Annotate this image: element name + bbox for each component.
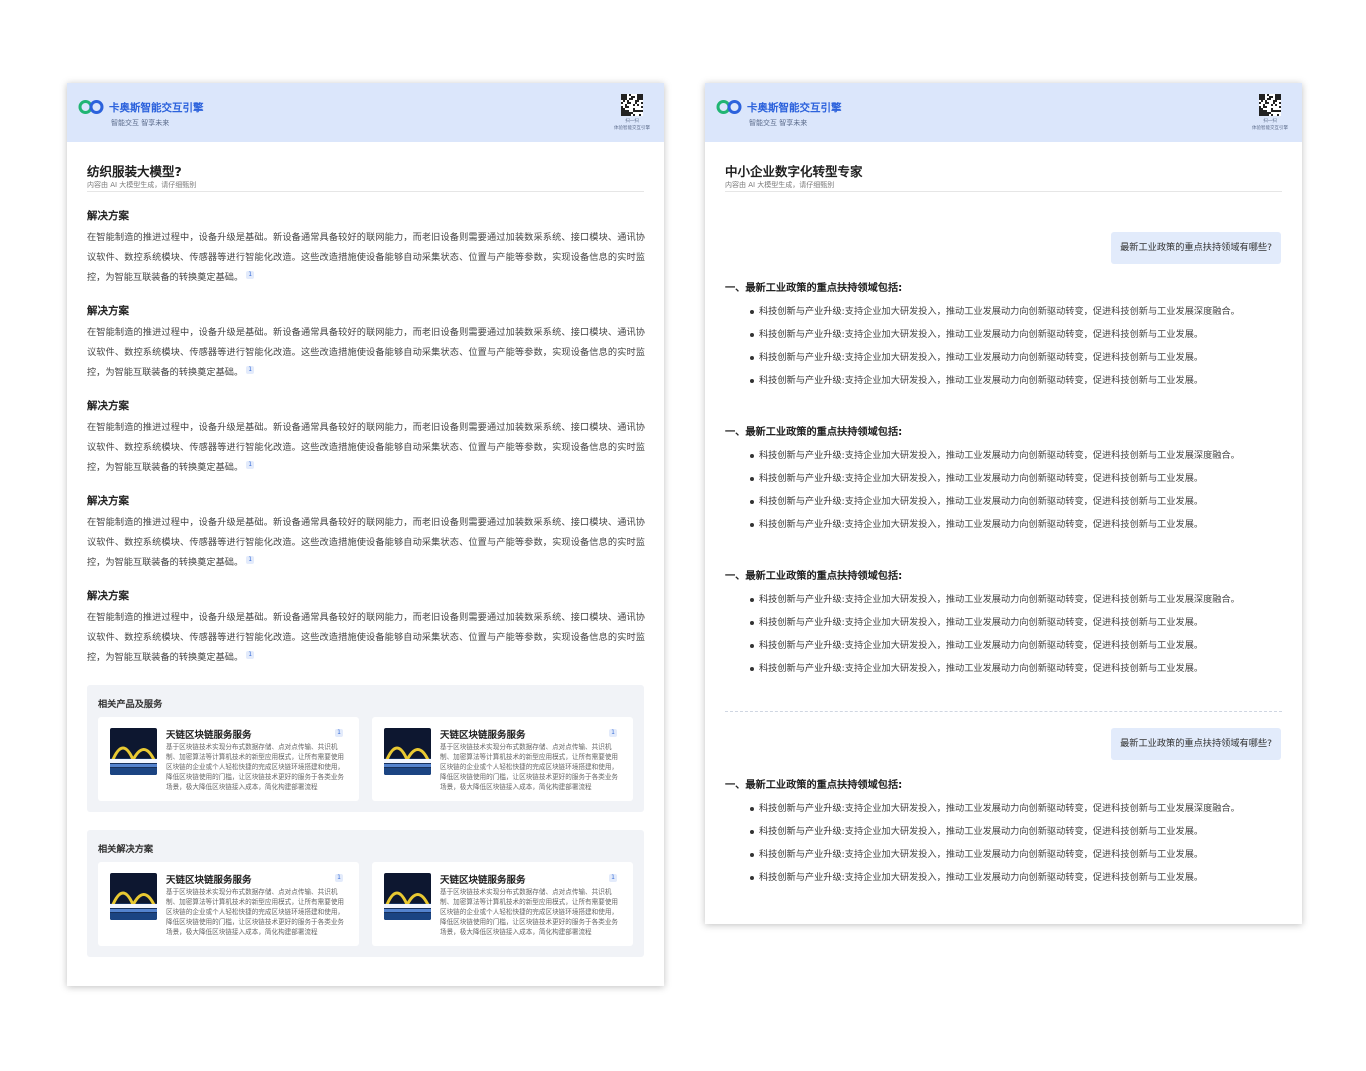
citation-badge[interactable]: 1 (246, 555, 255, 564)
section-heading: 解决方案 (87, 400, 129, 412)
list-item: 科技创新与产业升级:支持企业加大研发投入，推动工业发展动力向创新驱动转变，促进科… (750, 636, 1265, 656)
ai-disclaimer: 内容由 AI 大模型生成，请仔细甄别 (87, 181, 197, 189)
page-title: 纺织服装大模型? (87, 164, 182, 179)
ai-disclaimer: 内容由 AI 大模型生成，请仔细甄别 (725, 181, 835, 189)
qr-code-icon[interactable] (621, 94, 643, 116)
citation-badge[interactable]: 1 (246, 650, 255, 659)
related-solutions-heading: 相关解决方案 (98, 844, 154, 855)
solution-section: 解决方案 在智能制造的推进过程中，设备升级是基础。新设备通常具备较好的联网能力，… (87, 208, 645, 288)
list-item: 科技创新与产业升级:支持企业加大研发投入，推动工业发展动力向创新驱动转变，促进科… (750, 590, 1265, 610)
product-card[interactable]: 天链区块链服务服务 1 基于区块链技术实现分布式数据存储、点对点传输、共识机制、… (98, 717, 359, 801)
list-item: 科技创新与产业升级:支持企业加大研发投入，推动工业发展动力向创新驱动转变，促进科… (750, 613, 1265, 633)
title-divider (725, 191, 1282, 192)
brand-logo-icon (716, 100, 742, 114)
page-header: 卡奥斯智能交互引擎 智能交互 智享未来 扫一扫 体验智能交互引擎 (705, 83, 1302, 142)
section-heading: 解决方案 (87, 495, 129, 507)
user-question-bubble: 最新工业政策的重点扶持领域有哪些? (1111, 728, 1281, 760)
solution-section: 解决方案 在智能制造的推进过程中，设备升级是基础。新设备通常具备较好的联网能力，… (87, 303, 645, 383)
citation-badge[interactable]: 1 (335, 874, 343, 882)
answer-heading: 一、最新工业政策的重点扶持领域包括: (725, 283, 903, 294)
card-description: 基于区块链技术实现分布式数据存储、点对点传输、共识机制、加密算法等计算机技术的新… (440, 743, 619, 791)
citation-badge[interactable]: 1 (246, 365, 255, 374)
list-item: 科技创新与产业升级:支持企业加大研发投入，推动工业发展动力向创新驱动转变，促进科… (750, 515, 1265, 535)
solution-thumbnail (110, 873, 157, 920)
brand-logo-icon (78, 100, 104, 114)
list-item: 科技创新与产业升级:支持企业加大研发投入，推动工业发展动力向创新驱动转变，促进科… (750, 302, 1265, 322)
section-body: 在智能制造的推进过程中，设备升级是基础。新设备通常具备较好的联网能力，而老旧设备… (87, 517, 645, 568)
page-title: 中小企业数字化转型专家 (725, 164, 863, 179)
card-title: 天链区块链服务服务 (166, 730, 252, 741)
citation-badge[interactable]: 1 (246, 460, 255, 469)
answer-block: 一、最新工业政策的重点扶持领域包括: 科技创新与产业升级:支持企业加大研发投入，… (725, 779, 1282, 891)
section-heading: 解决方案 (87, 210, 129, 222)
list-item: 科技创新与产业升级:支持企业加大研发投入，推动工业发展动力向创新驱动转变，促进科… (750, 325, 1265, 345)
answer-heading: 一、最新工业政策的重点扶持领域包括: (725, 571, 903, 582)
card-description: 基于区块链技术实现分布式数据存储、点对点传输、共识机制、加密算法等计算机技术的新… (166, 888, 345, 936)
section-body: 在智能制造的推进过程中，设备升级是基础。新设备通常具备较好的联网能力，而老旧设备… (87, 327, 645, 378)
related-products-heading: 相关产品及服务 (98, 699, 163, 710)
brand-name: 卡奥斯智能交互引擎 (747, 102, 842, 114)
card-title: 天链区块链服务服务 (440, 875, 526, 886)
list-item: 科技创新与产业升级:支持企业加大研发投入，推动工业发展动力向创新驱动转变，促进科… (750, 446, 1265, 466)
list-item: 科技创新与产业升级:支持企业加大研发投入，推动工业发展动力向创新驱动转变，促进科… (750, 845, 1265, 865)
product-card[interactable]: 天链区块链服务服务 1 基于区块链技术实现分布式数据存储、点对点传输、共识机制、… (372, 717, 633, 801)
conversation-divider (725, 711, 1282, 712)
left-document-page: 卡奥斯智能交互引擎 智能交互 智享未来 扫一扫 体验智能交互引擎 纺织服装大模型… (67, 83, 664, 986)
qr-caption-scan: 扫一扫 (625, 119, 639, 124)
qr-caption-experience: 体验智能交互引擎 (1252, 126, 1288, 131)
solution-section: 解决方案 在智能制造的推进过程中，设备升级是基础。新设备通常具备较好的联网能力，… (87, 493, 645, 573)
solution-card[interactable]: 天链区块链服务服务 1 基于区块链技术实现分布式数据存储、点对点传输、共识机制、… (98, 862, 359, 946)
list-item: 科技创新与产业升级:支持企业加大研发投入，推动工业发展动力向创新驱动转变，促进科… (750, 492, 1265, 512)
qr-code-icon[interactable] (1259, 94, 1281, 116)
section-heading: 解决方案 (87, 305, 129, 317)
solution-section: 解决方案 在智能制造的推进过程中，设备升级是基础。新设备通常具备较好的联网能力，… (87, 398, 645, 478)
product-thumbnail (384, 728, 431, 775)
section-body: 在智能制造的推进过程中，设备升级是基础。新设备通常具备较好的联网能力，而老旧设备… (87, 612, 645, 663)
answer-list: 科技创新与产业升级:支持企业加大研发投入，推动工业发展动力向创新驱动转变，促进科… (750, 799, 1282, 888)
citation-badge[interactable]: 1 (335, 729, 343, 737)
page-header: 卡奥斯智能交互引擎 智能交互 智享未来 扫一扫 体验智能交互引擎 (67, 83, 664, 142)
solution-section: 解决方案 在智能制造的推进过程中，设备升级是基础。新设备通常具备较好的联网能力，… (87, 588, 645, 668)
section-heading: 解决方案 (87, 590, 129, 602)
right-document-page: 卡奥斯智能交互引擎 智能交互 智享未来 扫一扫 体验智能交互引擎 中小企业数字化… (705, 83, 1302, 924)
list-item: 科技创新与产业升级:支持企业加大研发投入，推动工业发展动力向创新驱动转变，促进科… (750, 799, 1265, 819)
user-question-bubble: 最新工业政策的重点扶持领域有哪些? (1111, 232, 1281, 264)
section-body: 在智能制造的推进过程中，设备升级是基础。新设备通常具备较好的联网能力，而老旧设备… (87, 422, 645, 473)
answer-list: 科技创新与产业升级:支持企业加大研发投入，推动工业发展动力向创新驱动转变，促进科… (750, 590, 1282, 679)
product-thumbnail (110, 728, 157, 775)
qr-caption-scan: 扫一扫 (1263, 119, 1277, 124)
list-item: 科技创新与产业升级:支持企业加大研发投入，推动工业发展动力向创新驱动转变，促进科… (750, 371, 1265, 391)
card-title: 天链区块链服务服务 (166, 875, 252, 886)
citation-badge[interactable]: 1 (609, 729, 617, 737)
answer-list: 科技创新与产业升级:支持企业加大研发投入，推动工业发展动力向创新驱动转变，促进科… (750, 302, 1282, 391)
list-item: 科技创新与产业升级:支持企业加大研发投入，推动工业发展动力向创新驱动转变，促进科… (750, 659, 1265, 679)
list-item: 科技创新与产业升级:支持企业加大研发投入，推动工业发展动力向创新驱动转变，促进科… (750, 348, 1265, 368)
related-products-panel: 相关产品及服务 天链区块链服务服务 1 基于区块链技术实现分布式数据存储、点对点… (87, 685, 644, 812)
citation-badge[interactable]: 1 (246, 270, 255, 279)
answer-list: 科技创新与产业升级:支持企业加大研发投入，推动工业发展动力向创新驱动转变，促进科… (750, 446, 1282, 535)
list-item: 科技创新与产业升级:支持企业加大研发投入，推动工业发展动力向创新驱动转变，促进科… (750, 469, 1265, 489)
solution-thumbnail (384, 873, 431, 920)
card-description: 基于区块链技术实现分布式数据存储、点对点传输、共识机制、加密算法等计算机技术的新… (440, 888, 619, 936)
solution-card[interactable]: 天链区块链服务服务 1 基于区块链技术实现分布式数据存储、点对点传输、共识机制、… (372, 862, 633, 946)
card-description: 基于区块链技术实现分布式数据存储、点对点传输、共识机制、加密算法等计算机技术的新… (166, 743, 345, 791)
section-body: 在智能制造的推进过程中，设备升级是基础。新设备通常具备较好的联网能力，而老旧设备… (87, 232, 645, 283)
citation-badge[interactable]: 1 (609, 874, 617, 882)
answer-block: 一、最新工业政策的重点扶持领域包括: 科技创新与产业升级:支持企业加大研发投入，… (725, 282, 1282, 394)
answer-heading: 一、最新工业政策的重点扶持领域包括: (725, 427, 903, 438)
brand-slogan: 智能交互 智享未来 (749, 119, 808, 127)
brand-slogan: 智能交互 智享未来 (111, 119, 170, 127)
card-title: 天链区块链服务服务 (440, 730, 526, 741)
answer-heading: 一、最新工业政策的重点扶持领域包括: (725, 780, 903, 791)
brand-name: 卡奥斯智能交互引擎 (109, 102, 204, 114)
answer-block: 一、最新工业政策的重点扶持领域包括: 科技创新与产业升级:支持企业加大研发投入，… (725, 570, 1282, 682)
related-solutions-panel: 相关解决方案 天链区块链服务服务 1 基于区块链技术实现分布式数据存储、点对点传… (87, 830, 644, 957)
answer-block: 一、最新工业政策的重点扶持领域包括: 科技创新与产业升级:支持企业加大研发投入，… (725, 426, 1282, 538)
list-item: 科技创新与产业升级:支持企业加大研发投入，推动工业发展动力向创新驱动转变，促进科… (750, 868, 1265, 888)
title-divider (87, 191, 644, 192)
qr-caption-experience: 体验智能交互引擎 (614, 126, 650, 131)
list-item: 科技创新与产业升级:支持企业加大研发投入，推动工业发展动力向创新驱动转变，促进科… (750, 822, 1265, 842)
